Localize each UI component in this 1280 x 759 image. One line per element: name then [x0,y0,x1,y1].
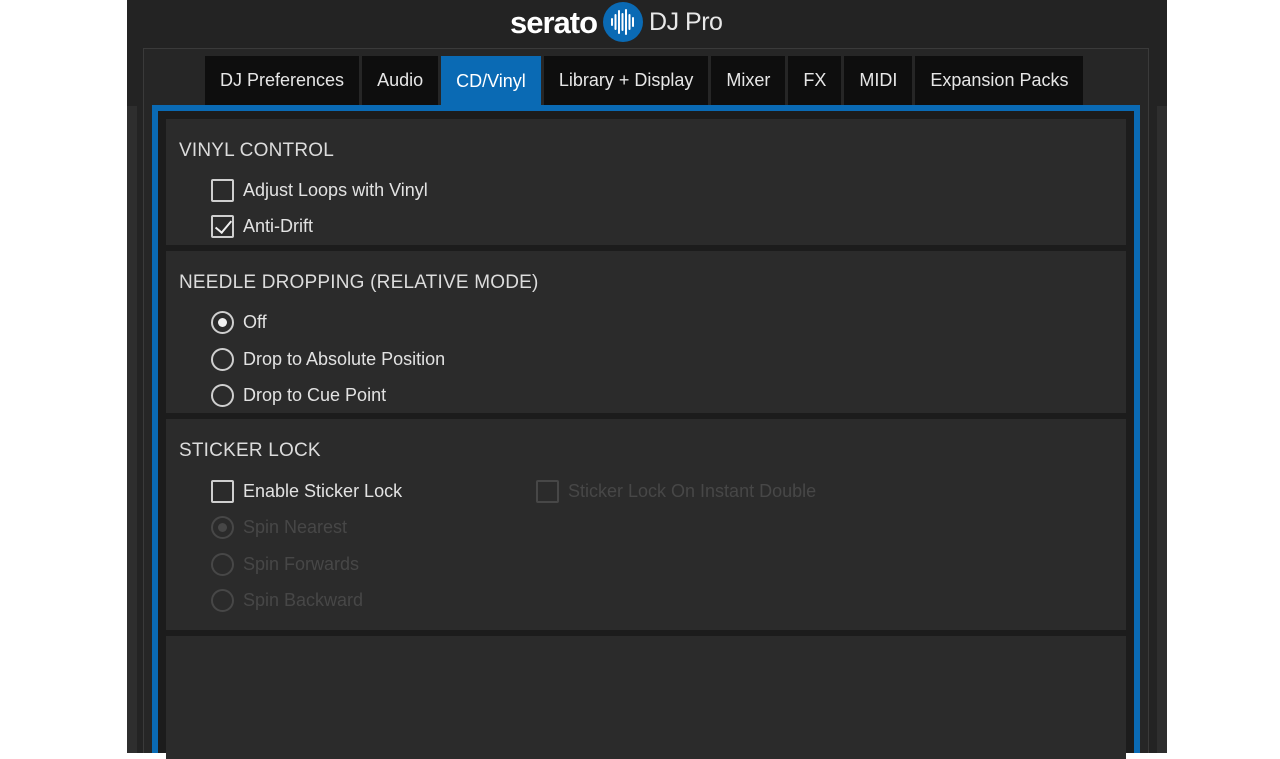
needle-dropping-section: NEEDLE DROPPING (RELATIVE MODE) Off Drop… [166,251,1126,413]
tab-library-display[interactable]: Library + Display [543,56,709,105]
spin-nearest-label: Spin Nearest [243,516,348,537]
spin-backward-label: Spin Backward [243,589,364,610]
spin-backward-radio [211,588,234,612]
cd-vinyl-panel: VINYL CONTROL Adjust Loops with Vinyl An… [152,105,1140,759]
needle-absolute-option[interactable]: Drop to Absolute Position [211,346,445,372]
vinyl-control-section: VINYL CONTROL Adjust Loops with Vinyl An… [166,119,1126,245]
needle-off-radio[interactable] [211,310,234,334]
spin-forwards-radio [211,552,234,576]
brand-wordmark: serato [510,4,598,40]
vinyl-control-title: VINYL CONTROL [179,140,334,161]
tab-dj-preferences[interactable]: DJ Preferences [205,56,360,105]
needle-absolute-radio[interactable] [211,347,234,371]
tab-audio[interactable]: Audio [362,56,439,105]
tab-cd-vinyl[interactable]: CD/Vinyl [441,56,541,106]
tab-fx[interactable]: FX [788,56,842,105]
preferences-tab-bar: DJ Preferences Audio CD/Vinyl Library + … [205,56,1084,106]
product-name: DJ Pro [649,7,723,36]
needle-absolute-label: Drop to Absolute Position [243,348,446,369]
tab-midi[interactable]: MIDI [844,56,913,105]
enable-sticker-lock-label: Enable Sticker Lock [243,480,403,501]
anti-drift-option[interactable]: Anti-Drift [211,213,313,239]
tab-expansion-packs[interactable]: Expansion Packs [915,56,1084,105]
needle-cue-label: Drop to Cue Point [243,384,387,405]
spin-backward-option: Spin Backward [211,587,363,613]
adjust-loops-label: Adjust Loops with Vinyl [243,179,428,200]
enable-sticker-lock-checkbox[interactable] [211,479,234,503]
needle-cue-radio[interactable] [211,383,234,407]
adjust-loops-option[interactable]: Adjust Loops with Vinyl [211,177,428,203]
empty-section [166,636,1126,759]
adjust-loops-checkbox[interactable] [211,178,234,202]
spin-forwards-option: Spin Forwards [211,551,359,577]
preferences-window: serato DJ Pro DJ Preferences Audio CD/Vi… [127,0,1167,759]
serato-waveform-icon [603,2,644,42]
instant-double-label: Sticker Lock On Instant Double [568,480,817,501]
needle-off-label: Off [243,311,267,332]
anti-drift-checkbox[interactable] [211,214,234,238]
needle-dropping-title: NEEDLE DROPPING (RELATIVE MODE) [179,272,539,293]
needle-cue-option[interactable]: Drop to Cue Point [211,382,386,408]
right-edge-strip [1157,106,1167,753]
anti-drift-label: Anti-Drift [243,215,314,236]
instant-double-option: Sticker Lock On Instant Double [536,478,816,504]
instant-double-checkbox [536,479,559,503]
spin-nearest-radio [211,515,234,539]
needle-off-option[interactable]: Off [211,309,267,335]
serato-logo: serato DJ Pro [510,0,723,44]
spin-forwards-label: Spin Forwards [243,553,360,574]
tab-mixer[interactable]: Mixer [711,56,786,105]
enable-sticker-lock-option[interactable]: Enable Sticker Lock [211,478,402,504]
spin-nearest-option: Spin Nearest [211,514,347,540]
left-edge-strip [127,106,137,753]
sticker-lock-title: STICKER LOCK [179,440,321,461]
sticker-lock-section: STICKER LOCK Enable Sticker Lock Sticker… [166,419,1126,630]
